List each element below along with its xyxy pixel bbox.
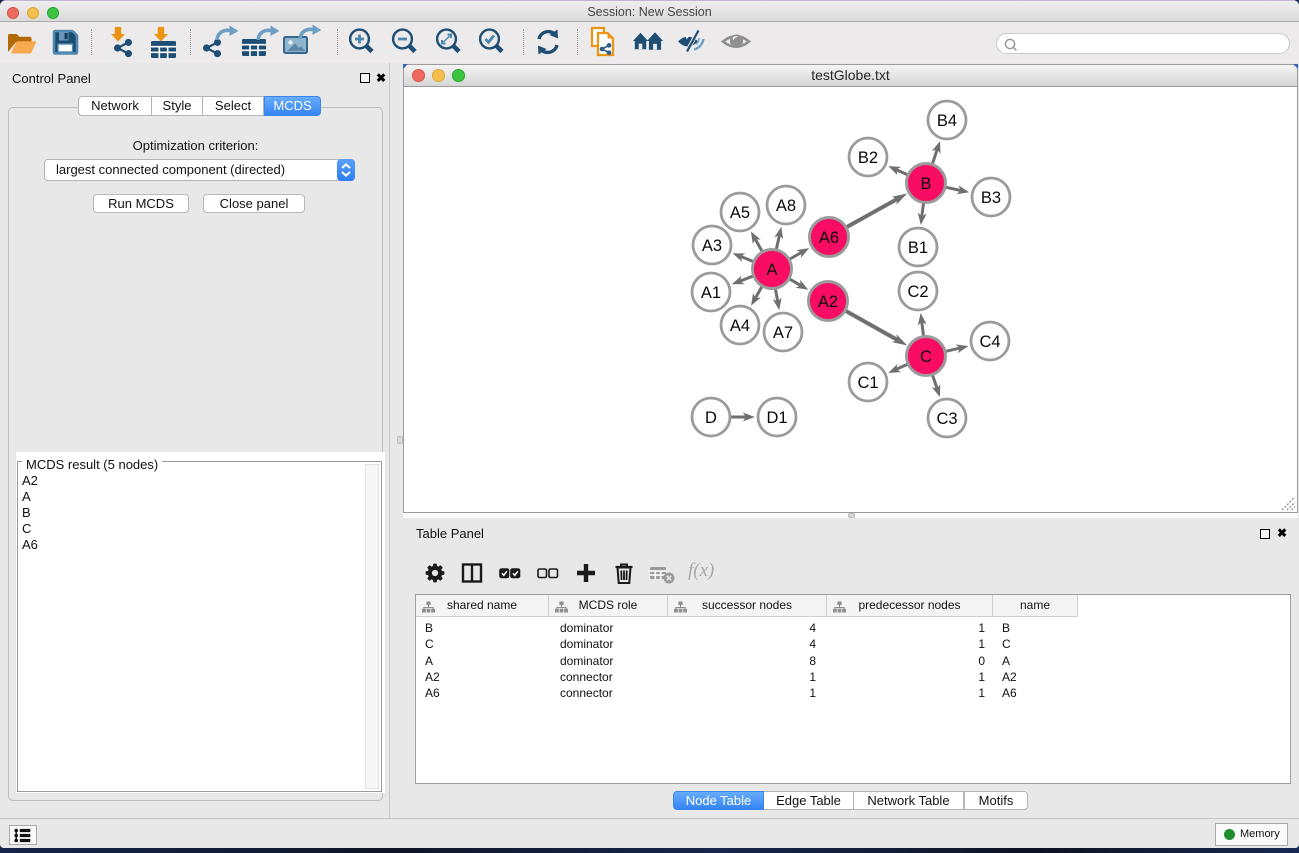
svg-text:D1: D1 [766,409,787,427]
svg-text:C2: C2 [907,283,928,301]
svg-text:C3: C3 [936,410,957,428]
svg-text:A: A [766,261,777,279]
svg-text:C1: C1 [857,374,878,392]
svg-text:A2: A2 [818,293,838,311]
svg-text:B1: B1 [908,239,928,257]
svg-text:A5: A5 [730,204,750,222]
svg-text:A6: A6 [819,229,839,247]
svg-text:B2: B2 [858,149,878,167]
svg-text:B4: B4 [937,112,957,130]
svg-text:B: B [920,175,931,193]
svg-text:C: C [920,348,932,366]
svg-text:C4: C4 [979,333,1000,351]
svg-text:D: D [705,409,717,427]
svg-text:A4: A4 [730,317,750,335]
svg-text:A3: A3 [702,237,722,255]
svg-text:A7: A7 [773,324,793,342]
svg-text:A8: A8 [776,197,796,215]
svg-text:B3: B3 [981,189,1001,207]
svg-text:A1: A1 [701,284,721,302]
